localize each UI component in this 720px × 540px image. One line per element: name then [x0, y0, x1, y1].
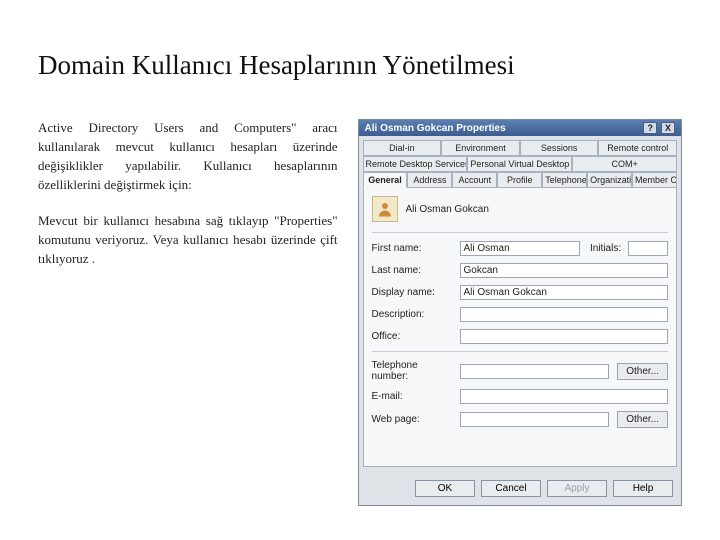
tab-complus[interactable]: COM+ — [572, 156, 677, 172]
tab-rds-profile[interactable]: Remote Desktop Services Profile — [363, 156, 468, 172]
tab-organization[interactable]: Organization — [587, 172, 632, 188]
webpage-other-button[interactable]: Other... — [617, 411, 668, 428]
description-input[interactable] — [460, 307, 668, 322]
email-input[interactable] — [460, 389, 668, 404]
first-name-label: First name: — [372, 243, 456, 254]
general-panel: Ali Osman Gokcan First name: Ali Osman I… — [363, 187, 677, 467]
tab-environment[interactable]: Environment — [441, 140, 520, 156]
initials-input[interactable] — [628, 241, 668, 256]
email-label: E-mail: — [372, 391, 456, 402]
window-controls: ? X — [642, 122, 675, 134]
office-input[interactable] — [460, 329, 668, 344]
tab-sessions[interactable]: Sessions — [520, 140, 599, 156]
ok-button[interactable]: OK — [415, 480, 475, 497]
dialog-titlebar[interactable]: Ali Osman Gokcan Properties ? X — [359, 120, 681, 136]
tab-address[interactable]: Address — [407, 172, 452, 188]
slide-title: Domain Kullanıcı Hesaplarının Yönetilmes… — [38, 50, 682, 81]
tab-profile[interactable]: Profile — [497, 172, 542, 188]
telephone-label: Telephone number: — [372, 360, 456, 382]
webpage-label: Web page: — [372, 414, 456, 425]
dialog-title: Ali Osman Gokcan Properties — [365, 123, 506, 134]
user-icon — [372, 196, 398, 222]
cancel-button[interactable]: Cancel — [481, 480, 541, 497]
last-name-label: Last name: — [372, 265, 456, 276]
tab-general[interactable]: General — [363, 172, 408, 188]
tab-pvd[interactable]: Personal Virtual Desktop — [467, 156, 572, 172]
tab-remote-control[interactable]: Remote control — [598, 140, 677, 156]
tab-strip: Dial-in Environment Sessions Remote cont… — [359, 136, 681, 188]
help-icon[interactable]: ? — [643, 122, 657, 134]
help-button[interactable]: Help — [613, 480, 673, 497]
display-name-label: Display name: — [372, 287, 456, 298]
close-icon[interactable]: X — [661, 122, 675, 134]
tab-telephones[interactable]: Telephones — [542, 172, 587, 188]
first-name-input[interactable]: Ali Osman — [460, 241, 580, 256]
webpage-input[interactable] — [460, 412, 610, 427]
description-label: Description: — [372, 309, 456, 320]
office-label: Office: — [372, 331, 456, 342]
properties-dialog: Ali Osman Gokcan Properties ? X Dial-in … — [358, 119, 682, 506]
last-name-input[interactable]: Gokcan — [460, 263, 668, 278]
paragraph-2: Mevcut bir kullanıcı hesabına sağ tıklay… — [38, 212, 338, 269]
tab-memberof[interactable]: Member Of — [632, 172, 677, 188]
username-display: Ali Osman Gokcan — [406, 204, 489, 215]
initials-label: Initials: — [590, 243, 624, 254]
tab-account[interactable]: Account — [452, 172, 497, 188]
apply-button[interactable]: Apply — [547, 480, 607, 497]
dialog-buttons: OK Cancel Apply Help — [359, 474, 681, 505]
telephone-input[interactable] — [460, 364, 610, 379]
body-text: Active Directory Users and Computers" ar… — [38, 119, 338, 287]
tab-dialin[interactable]: Dial-in — [363, 140, 442, 156]
paragraph-1: Active Directory Users and Computers" ar… — [38, 119, 338, 194]
display-name-input[interactable]: Ali Osman Gokcan — [460, 285, 668, 300]
telephone-other-button[interactable]: Other... — [617, 363, 668, 380]
